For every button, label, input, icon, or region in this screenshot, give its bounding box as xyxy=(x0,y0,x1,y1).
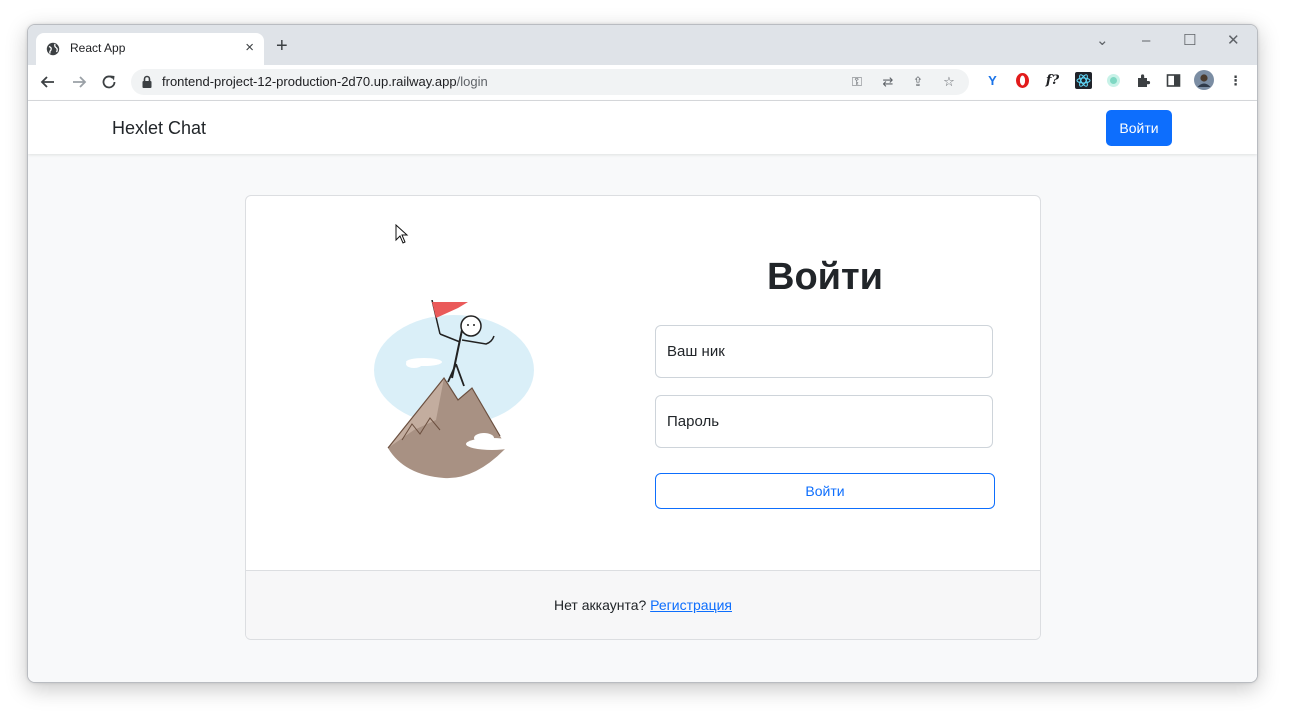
signup-link[interactable]: Регистрация xyxy=(650,597,732,613)
key-icon[interactable]: ⚿ xyxy=(849,74,865,90)
mouse-cursor-icon xyxy=(395,224,409,244)
page-viewport: Hexlet Chat Войти Войти Ваш ник Войти Не… xyxy=(28,101,1257,682)
font-finder-icon[interactable]: f? xyxy=(1044,72,1061,89)
url-path: /login xyxy=(456,74,488,89)
back-arrow-icon[interactable] xyxy=(39,73,57,91)
login-card: Войти Войти Нет аккаунта? Регистрация xyxy=(245,195,1041,640)
lock-icon[interactable] xyxy=(141,75,153,89)
minimize-button[interactable]: – xyxy=(1142,33,1150,49)
tab-title: React App xyxy=(70,41,126,55)
bookmark-star-icon[interactable]: ☆ xyxy=(941,74,957,90)
new-tab-button[interactable]: + xyxy=(276,36,288,56)
browser-window: React App × + ⌄ – ☐ ✕ frontend-project-1… xyxy=(27,24,1258,683)
tab-react-app[interactable]: React App × xyxy=(36,33,264,65)
browser-toolbar: frontend-project-12-production-2d70.up.r… xyxy=(28,65,1257,101)
app-navbar: Hexlet Chat Войти xyxy=(28,101,1257,154)
share-icon[interactable]: ⇪ xyxy=(910,74,926,90)
tab-strip: React App × + ⌄ – ☐ ✕ xyxy=(28,25,1257,65)
reload-icon[interactable] xyxy=(100,73,118,91)
globe-icon xyxy=(46,42,60,56)
mountain-flag-illustration xyxy=(374,300,534,479)
vue-devtools-icon[interactable]: Y xyxy=(984,72,1001,89)
side-panel-icon[interactable] xyxy=(1165,72,1182,89)
login-submit-button[interactable]: Войти xyxy=(655,473,995,509)
extension-ring-icon[interactable] xyxy=(1105,72,1122,89)
nav-login-button[interactable]: Войти xyxy=(1106,110,1172,146)
address-bar[interactable]: frontend-project-12-production-2d70.up.r… xyxy=(131,69,969,95)
password-input[interactable] xyxy=(655,395,993,448)
login-title: Войти xyxy=(767,256,883,298)
username-input[interactable] xyxy=(655,325,993,378)
url-host: frontend-project-12-production-2d70.up.r… xyxy=(162,74,457,89)
opera-icon[interactable] xyxy=(1014,72,1031,89)
browser-menu-icon[interactable]: ⋮ xyxy=(1227,72,1244,89)
translate-icon[interactable]: ⇄ xyxy=(880,74,896,90)
close-tab-icon[interactable]: × xyxy=(245,39,254,56)
profile-avatar[interactable] xyxy=(1194,70,1214,90)
maximize-button[interactable]: ☐ xyxy=(1183,33,1196,49)
url-text: frontend-project-12-production-2d70.up.r… xyxy=(162,74,488,89)
brand-link[interactable]: Hexlet Chat xyxy=(112,118,206,139)
tab-search-icon[interactable]: ⌄ xyxy=(1096,33,1109,49)
extensions-puzzle-icon[interactable] xyxy=(1135,72,1152,89)
card-footer: Нет аккаунта? Регистрация xyxy=(246,570,1040,639)
react-devtools-icon[interactable] xyxy=(1075,72,1092,89)
forward-arrow-icon[interactable] xyxy=(70,73,88,91)
close-window-button[interactable]: ✕ xyxy=(1227,33,1240,49)
footer-text: Нет аккаунта? xyxy=(554,597,651,613)
